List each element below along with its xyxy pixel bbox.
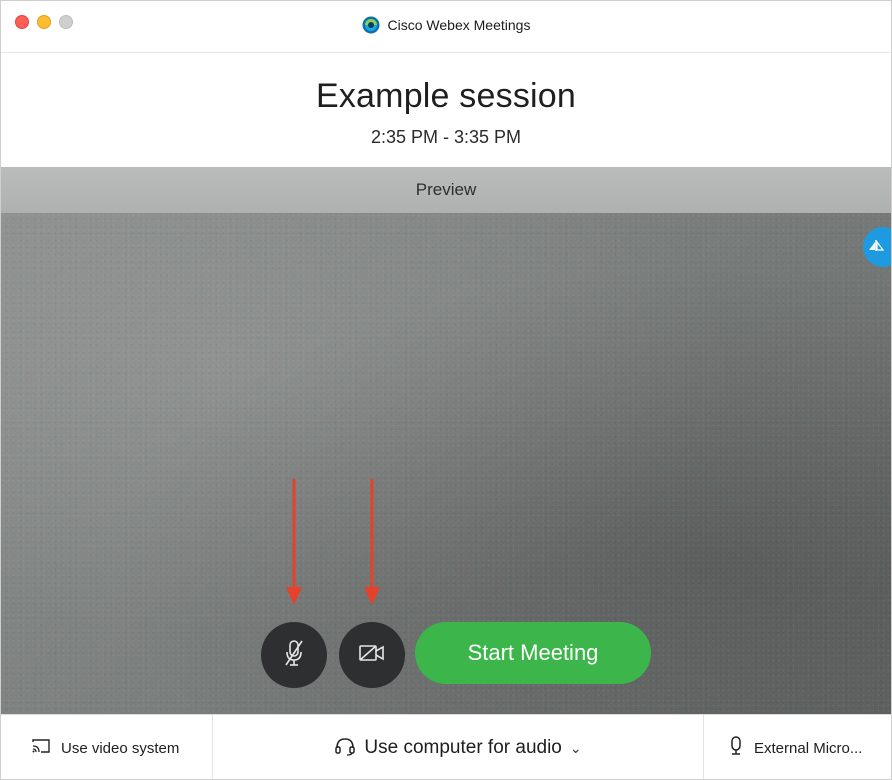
title-bar: Cisco Webex Meetings xyxy=(1,1,891,53)
video-toggle-button[interactable] xyxy=(339,622,405,688)
preview-controls: Start Meeting xyxy=(1,213,891,714)
annotation-arrow-video xyxy=(364,479,380,607)
meeting-title: Example session xyxy=(315,77,576,115)
webex-logo-icon xyxy=(362,16,380,34)
mute-button[interactable] xyxy=(261,622,327,688)
bottom-bar: Use video system Use computer for audio … xyxy=(1,714,891,779)
use-video-system-button[interactable]: Use video system xyxy=(1,715,213,779)
window-title-group: Cisco Webex Meetings xyxy=(1,15,891,35)
microphone-muted-icon xyxy=(282,639,306,672)
microphone-selector[interactable]: External Micro... xyxy=(703,715,891,779)
microphone-icon xyxy=(730,735,742,761)
window-title: Cisco Webex Meetings xyxy=(387,17,531,33)
preview-label: Preview xyxy=(415,180,477,199)
start-meeting-button[interactable]: Start Meeting xyxy=(415,622,651,684)
headset-icon xyxy=(334,736,356,761)
audio-selector[interactable]: Use computer for audio ⌄ xyxy=(213,715,703,779)
cast-screen-icon xyxy=(31,738,51,759)
chevron-down-icon: ⌄ xyxy=(569,739,582,756)
annotation-arrow-mute xyxy=(286,479,302,607)
preview-bar: Preview xyxy=(1,167,891,213)
meeting-header: Example session 2:35 PM - 3:35 PM xyxy=(1,53,891,167)
video-preview: Start Meeting xyxy=(1,213,891,714)
use-video-system-label: Use video system xyxy=(61,739,180,757)
microphone-label: External Micro... xyxy=(754,739,863,757)
webex-window: Cisco Webex Meetings Example session 2:3… xyxy=(0,0,892,780)
meeting-time: 2:35 PM - 3:35 PM xyxy=(370,127,522,147)
audio-option-label: Use computer for audio xyxy=(364,737,562,758)
video-camera-off-icon xyxy=(358,643,386,668)
